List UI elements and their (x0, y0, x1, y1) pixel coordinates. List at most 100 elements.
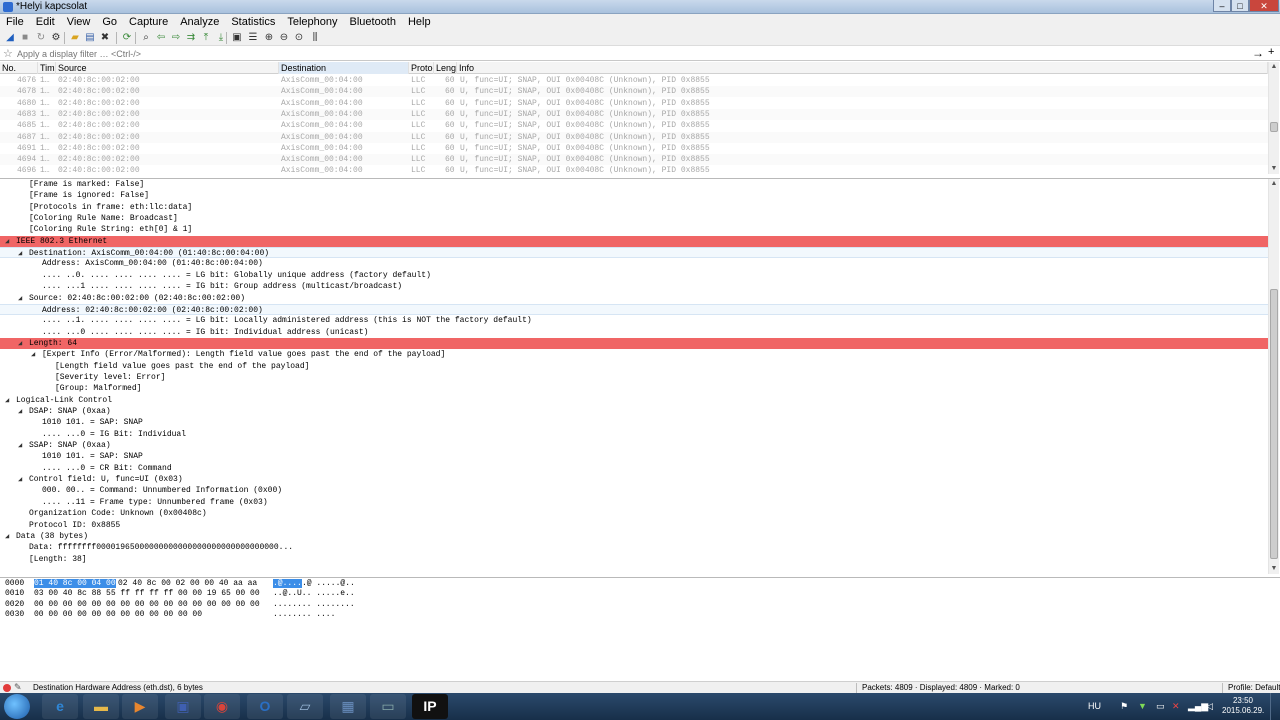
detail-row[interactable]: 1010 101. = SAP: SNAP (0, 417, 1268, 428)
add-expression-icon[interactable]: + (1268, 46, 1274, 58)
expand-triangle-icon[interactable]: ◢ (31, 350, 35, 359)
detail-row[interactable]: [Coloring Rule Name: Broadcast] (0, 213, 1268, 224)
language-indicator[interactable]: HU (1088, 701, 1101, 711)
packet-row[interactable]: 4696 1… 02:40:8c:00:02:00 AxisComm_00:04:00… (0, 165, 1268, 174)
restart-capture-icon[interactable]: ↻ (35, 32, 47, 44)
menu-view[interactable]: View (61, 14, 97, 30)
taskbar-internet-explorer-icon[interactable]: e (42, 694, 78, 719)
show-desktop-button[interactable] (1270, 693, 1280, 720)
autoscroll-icon[interactable]: ▣ (231, 32, 243, 44)
detail-row[interactable]: Protocol ID: 0x8855 (0, 520, 1268, 531)
taskbar-floppy-app-icon[interactable]: ▣ (165, 694, 201, 719)
tray-wifi-icon[interactable]: ▼ (1138, 701, 1147, 711)
taskbar-outlook-icon[interactable]: O (247, 694, 283, 719)
expand-triangle-icon[interactable]: ◢ (5, 532, 9, 541)
scroll-up-icon[interactable]: ▲ (1269, 179, 1279, 189)
detail-row[interactable]: [Frame is marked: False] (0, 179, 1268, 190)
detail-row[interactable]: ◢ SSAP: SNAP (0xaa) (0, 440, 1268, 451)
expand-triangle-icon[interactable]: ◢ (18, 249, 22, 258)
details-scrollbar[interactable]: ▲ ▼ (1268, 179, 1279, 574)
column-header-length[interactable]: Lengt (434, 62, 457, 74)
menu-file[interactable]: File (0, 14, 30, 30)
bytes-ascii[interactable]: ........ .... (273, 610, 335, 619)
taskbar-ip-app-icon[interactable]: IP (412, 694, 448, 719)
detail-row[interactable]: [Coloring Rule String: eth[0] & 1] (0, 224, 1268, 235)
bytes-ascii[interactable]: ..@..U.. .....e.. (273, 589, 355, 598)
detail-row[interactable]: [Protocols in frame: eth:llc:data] (0, 202, 1268, 213)
save-file-icon[interactable]: ▤ (84, 32, 96, 44)
column-header-info[interactable]: Info (457, 62, 1268, 74)
menu-capture[interactable]: Capture (123, 14, 174, 30)
menu-statistics[interactable]: Statistics (225, 14, 281, 30)
bytes-ascii[interactable]: .@ .....@.. (302, 579, 355, 588)
capture-options-icon[interactable]: ⚙ (50, 32, 62, 44)
detail-row[interactable]: [Length: 38] (0, 554, 1268, 565)
packet-row[interactable]: 4691 1… 02:40:8c:00:02:00 AxisComm_00:04:00… (0, 143, 1268, 154)
detail-row[interactable]: [Frame is ignored: False] (0, 190, 1268, 201)
detail-row[interactable]: Address: 02:40:8c:00:02:00 (02:40:8c:00:… (0, 303, 1268, 315)
detail-row[interactable]: ◢ Control field: U, func=UI (0x03) (0, 474, 1268, 485)
column-header-source[interactable]: Source (56, 62, 279, 74)
packet-row[interactable]: 4694 1… 02:40:8c:00:02:00 AxisComm_00:04:00… (0, 154, 1268, 166)
bytes-hex[interactable]: 03 00 40 8c 88 55 ff ff ff ff 00 00 19 6… (34, 589, 260, 598)
tray-volume-icon[interactable]: ◁ (1206, 701, 1213, 712)
reload-file-icon[interactable]: ⟳ (121, 32, 133, 44)
tray-flag-icon[interactable]: ⚑ (1120, 701, 1128, 712)
detail-row[interactable]: [Group: Malformed] (0, 383, 1268, 394)
detail-row[interactable]: ◢ Logical-Link Control (0, 395, 1268, 406)
expand-triangle-icon[interactable]: ◢ (18, 294, 22, 303)
menu-edit[interactable]: Edit (30, 14, 61, 30)
detail-row[interactable]: [Length field value goes past the end of… (0, 361, 1268, 372)
detail-row[interactable]: .... ..1. .... .... .... .... = LG bit: … (0, 315, 1268, 326)
detail-row[interactable]: ◢ Data (38 bytes) (0, 531, 1268, 542)
open-file-icon[interactable]: ▰ (69, 32, 81, 44)
detail-row[interactable]: Organization Code: Unknown (0x00408c) (0, 508, 1268, 519)
bytes-hex-selected[interactable]: 01 40 8c 00 04 00 (34, 579, 116, 588)
scroll-down-icon[interactable]: ▼ (1269, 164, 1279, 174)
detail-row[interactable]: ◢ DSAP: SNAP (0xaa) (0, 406, 1268, 417)
resize-columns-icon[interactable]: ⫼ (309, 32, 321, 44)
expand-triangle-icon[interactable]: ◢ (5, 396, 9, 405)
expand-triangle-icon[interactable]: ◢ (5, 237, 9, 246)
detail-row[interactable]: ◢ Destination: AxisComm_00:04:00 (01:40:8… (0, 247, 1268, 259)
go-forward-icon[interactable]: ⇨ (170, 32, 182, 44)
detail-row[interactable]: 000. 00.. = Command: Unnumbered Informat… (0, 485, 1268, 496)
detail-row[interactable]: .... ..0. .... .... .... .... = LG bit: … (0, 270, 1268, 281)
find-packet-icon[interactable]: ⌕ (140, 32, 152, 44)
start-button[interactable] (4, 694, 30, 719)
zoom-out-icon[interactable]: ⊖ (278, 32, 290, 44)
first-packet-icon[interactable]: ⤒ (200, 32, 212, 44)
bytes-hex[interactable]: 00 00 00 00 00 00 00 00 00 00 00 00 (34, 610, 202, 619)
detail-row[interactable]: .... ...0 .... .... .... .... = IG bit: … (0, 327, 1268, 338)
detail-row[interactable]: ◢ IEEE 802.3 Ethernet (0, 235, 1268, 247)
bookmark-icon[interactable]: ☆ (3, 47, 13, 60)
menu-help[interactable]: Help (402, 14, 437, 30)
start-capture-icon[interactable]: ◢ (4, 32, 16, 44)
detail-row[interactable]: Data: ffffffff00001965000000000000000000… (0, 542, 1268, 553)
taskbar-notes-app-icon[interactable]: ▱ (287, 694, 323, 719)
display-filter-input[interactable] (17, 48, 1247, 60)
detail-row[interactable]: .... ...1 .... .... .... .... = IG bit: … (0, 281, 1268, 292)
stop-capture-icon[interactable]: ■ (19, 32, 31, 44)
detail-row[interactable]: ◢ [Expert Info (Error/Malformed): Length … (0, 349, 1268, 360)
tray-antivirus-icon[interactable]: ✕ (1172, 701, 1180, 712)
scroll-thumb[interactable] (1270, 289, 1278, 559)
packet-row[interactable]: 4683 1… 02:40:8c:00:02:00 AxisComm_00:04:00… (0, 108, 1268, 120)
menu-bluetooth[interactable]: Bluetooth (344, 14, 402, 30)
zoom-in-icon[interactable]: ⊕ (263, 32, 275, 44)
bytes-hex[interactable]: 00 00 00 00 00 00 00 00 00 00 00 00 00 0… (34, 600, 260, 609)
taskbar-network-app-icon[interactable]: ▦ (330, 694, 366, 719)
menu-go[interactable]: Go (96, 14, 123, 30)
detail-row[interactable]: .... ..11 = Frame type: Unnumbered frame… (0, 497, 1268, 508)
expert-info-icon[interactable] (3, 684, 11, 692)
detail-row[interactable]: .... ...0 = IG Bit: Individual (0, 429, 1268, 440)
detail-row[interactable]: ◢ Source: 02:40:8c:00:02:00 (02:40:8c:00:… (0, 293, 1268, 304)
scroll-up-icon[interactable]: ▲ (1269, 62, 1279, 72)
scroll-down-icon[interactable]: ▼ (1269, 564, 1279, 574)
packet-row[interactable]: 4680 1… 02:40:8c:00:02:00 AxisComm_00:04:00… (0, 98, 1268, 109)
expand-triangle-icon[interactable]: ◢ (18, 441, 22, 450)
expand-triangle-icon[interactable]: ◢ (18, 339, 22, 348)
detail-row[interactable]: ◢ Length: 64 (0, 337, 1268, 349)
close-file-icon[interactable]: ✖ (99, 32, 111, 44)
expand-triangle-icon[interactable]: ◢ (18, 475, 22, 484)
